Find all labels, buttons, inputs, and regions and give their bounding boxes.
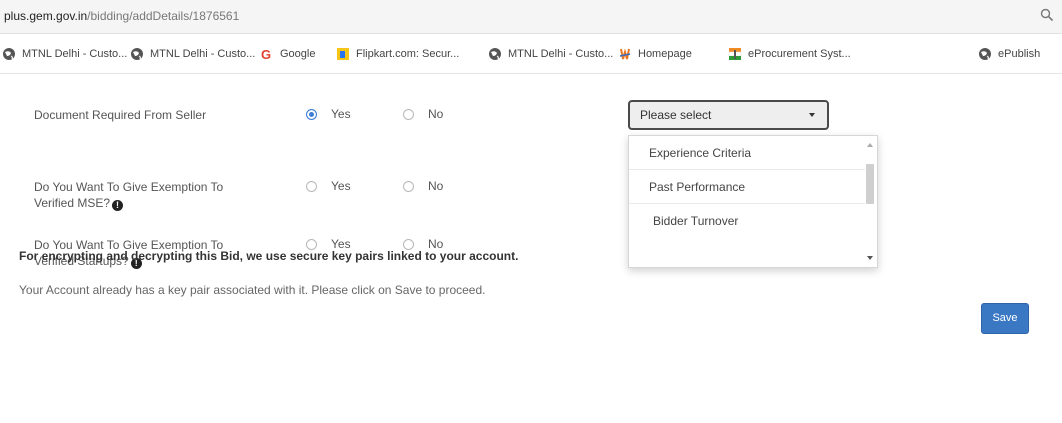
radio-label: No	[428, 107, 444, 121]
eprocurement-icon	[728, 48, 742, 60]
radio-button[interactable]	[306, 180, 317, 192]
globe-icon	[131, 48, 143, 60]
radio-button[interactable]	[403, 238, 414, 250]
option-label: Past Performance	[649, 180, 746, 194]
dropdown-option[interactable]: Experience Criteria	[629, 136, 865, 170]
radio-label: Yes	[331, 179, 351, 193]
bookmark-mtnl-3[interactable]: MTNL Delhi - Custo...	[488, 46, 613, 62]
globe-icon	[3, 48, 15, 60]
save-button[interactable]: Save	[981, 303, 1029, 334]
document-required-label: Document Required From Seller	[34, 108, 207, 122]
bookmark-label: MTNL Delhi - Custo...	[22, 48, 128, 60]
radio-button-checked[interactable]	[306, 108, 317, 120]
dropdown-option[interactable]: Past Performance	[629, 170, 865, 204]
bookmark-label: Homepage	[638, 48, 692, 60]
mse-exemption-yes[interactable]: Yes	[306, 179, 351, 193]
document-required-yes[interactable]: Yes	[306, 107, 351, 121]
document-type-dropdown[interactable]: Experience Criteria Past Performance Bid…	[628, 135, 878, 268]
mse-exemption-label: Do You Want To Give Exemption To Verifie…	[34, 179, 223, 211]
bookmark-eprocurement[interactable]: eProcurement Syst...	[728, 46, 851, 62]
scrollbar-thumb[interactable]	[866, 164, 874, 204]
url-text[interactable]: plus.gem.gov.in/bidding/addDetails/18765…	[4, 9, 239, 23]
globe-icon	[979, 48, 991, 60]
google-icon: G	[261, 47, 271, 61]
radio-label: Yes	[331, 107, 351, 121]
bookmark-label: MTNL Delhi - Custo...	[508, 48, 614, 60]
bookmark-label: Google	[280, 48, 316, 60]
document-type-select[interactable]: Please select	[628, 100, 829, 130]
chevron-down-icon	[809, 113, 815, 117]
globe-icon	[489, 48, 501, 60]
homepage-icon	[619, 48, 631, 60]
search-icon[interactable]	[1040, 8, 1054, 22]
bookmark-flipkart[interactable]: Flipkart.com: Secur...	[336, 46, 459, 62]
info-icon[interactable]: !	[112, 200, 124, 211]
scroll-down-icon[interactable]	[867, 256, 873, 260]
bookmark-mtnl-2[interactable]: MTNL Delhi - Custo...	[130, 46, 255, 62]
bookmark-label: MTNL Delhi - Custo...	[150, 48, 256, 60]
bookmark-label: ePublish	[998, 48, 1041, 60]
label-line: Verified MSE?	[34, 196, 111, 210]
radio-button[interactable]	[403, 180, 414, 192]
mse-exemption-no[interactable]: No	[403, 179, 443, 193]
flipkart-icon	[337, 48, 349, 60]
dropdown-option[interactable]: Bidder Turnover	[629, 204, 865, 238]
encryption-message: Your Account already has a key pair asso…	[19, 283, 486, 297]
document-required-no[interactable]: No	[403, 107, 443, 121]
url-path: /bidding/addDetails/1876561	[87, 9, 240, 23]
bookmark-mtnl-1[interactable]: MTNL Delhi - Custo...	[2, 46, 127, 62]
encryption-title: For encrypting and decrypting this Bid, …	[19, 249, 519, 263]
radio-button[interactable]	[306, 238, 317, 250]
scroll-up-icon[interactable]	[867, 143, 873, 147]
bookmark-label: eProcurement Syst...	[748, 48, 851, 60]
bookmark-label: Flipkart.com: Secur...	[356, 48, 460, 60]
bid-details-form: Document Required From Seller Yes No Ple…	[0, 75, 1062, 423]
address-bar[interactable]: plus.gem.gov.in/bidding/addDetails/18765…	[0, 0, 1062, 34]
dropdown-scrollbar[interactable]	[864, 138, 876, 265]
bookmark-google[interactable]: G Google	[260, 46, 315, 62]
option-label: Bidder Turnover	[653, 214, 739, 228]
radio-button[interactable]	[403, 108, 414, 120]
bookmark-epublish[interactable]: ePublish	[978, 46, 1040, 62]
option-label: Experience Criteria	[649, 146, 752, 160]
radio-label: No	[428, 179, 444, 193]
select-value: Please select	[640, 108, 712, 122]
url-host: plus.gem.gov.in	[4, 9, 88, 23]
bookmark-homepage[interactable]: Homepage	[618, 46, 692, 62]
bookmarks-bar: MTNL Delhi - Custo... MTNL Delhi - Custo…	[0, 34, 1062, 74]
svg-text:G: G	[261, 47, 271, 61]
label-line: Do You Want To Give Exemption To	[34, 180, 224, 194]
